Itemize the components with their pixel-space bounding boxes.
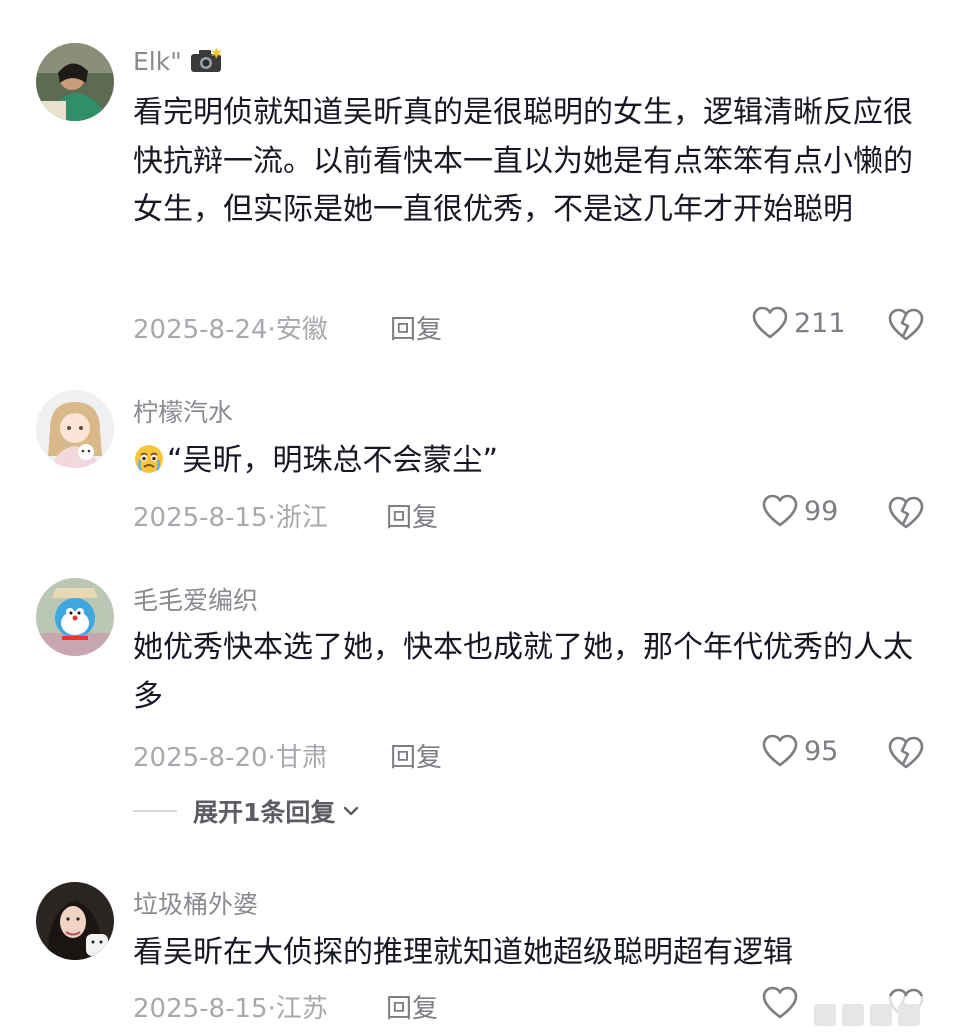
username[interactable]: 毛毛爱编织 — [133, 581, 258, 617]
reply-button[interactable]: 回复 — [386, 497, 438, 534]
comment-date-location: 2025-8-24·安徽 — [133, 315, 328, 345]
expand-divider — [133, 810, 177, 812]
like-button[interactable]: 211 — [752, 306, 846, 340]
comment-text: 看完明侦就知道吴昕真的是很聪明的女生，逻辑清晰反应很快抗辩一流。以前看快本一直以… — [133, 95, 913, 227]
comment-text: “吴昕，明珠总不会蒙尘” — [133, 437, 913, 486]
heart-icon — [762, 494, 798, 527]
comment-date-location: 2025-8-20·甘肃 — [133, 743, 328, 773]
username[interactable]: Elk" — [133, 46, 224, 76]
comment-text: 她优秀快本选了她，快本也成就了她，那个年代优秀的人太多 — [133, 630, 913, 714]
username-text: Elk" — [133, 47, 182, 76]
chevron-down-icon — [344, 806, 359, 816]
dislike-broken-heart-icon[interactable] — [888, 308, 924, 342]
camera-flash-icon — [190, 47, 222, 72]
like-button[interactable]: 95 — [762, 734, 838, 768]
comment-text: 看吴昕在大侦探的推理就知道她超级聪明超有逻辑 — [133, 935, 793, 970]
reply-button[interactable]: 回复 — [390, 737, 442, 774]
reply-button[interactable]: 回复 — [390, 309, 442, 346]
comment-text-content: “吴昕，明珠总不会蒙尘” — [167, 443, 499, 478]
comment-date-location: 2025-8-15·浙江 — [133, 503, 328, 533]
avatar[interactable] — [36, 43, 114, 121]
like-count: 99 — [804, 495, 839, 527]
like-count: 95 — [804, 735, 839, 767]
expand-replies-button[interactable]: 展开1条回复 — [133, 793, 361, 829]
avatar[interactable] — [36, 390, 114, 468]
username[interactable]: 柠檬汽水 — [133, 393, 233, 429]
heart-icon — [752, 306, 788, 339]
expand-replies-label: 展开1条回复 — [193, 798, 336, 827]
watermark-overlay — [800, 996, 950, 1032]
avatar[interactable] — [36, 882, 114, 960]
username[interactable]: 垃圾桶外婆 — [133, 885, 258, 921]
like-count: 211 — [794, 307, 846, 339]
avatar[interactable] — [36, 578, 114, 656]
comment-date-location: 2025-8-15·江苏 — [133, 994, 328, 1024]
heart-icon — [762, 734, 798, 767]
dislike-broken-heart-icon[interactable] — [888, 496, 924, 530]
like-button[interactable]: 99 — [762, 494, 838, 528]
dislike-broken-heart-icon[interactable] — [888, 736, 924, 770]
reply-button[interactable]: 回复 — [386, 988, 438, 1025]
crying-face-icon — [135, 445, 163, 473]
